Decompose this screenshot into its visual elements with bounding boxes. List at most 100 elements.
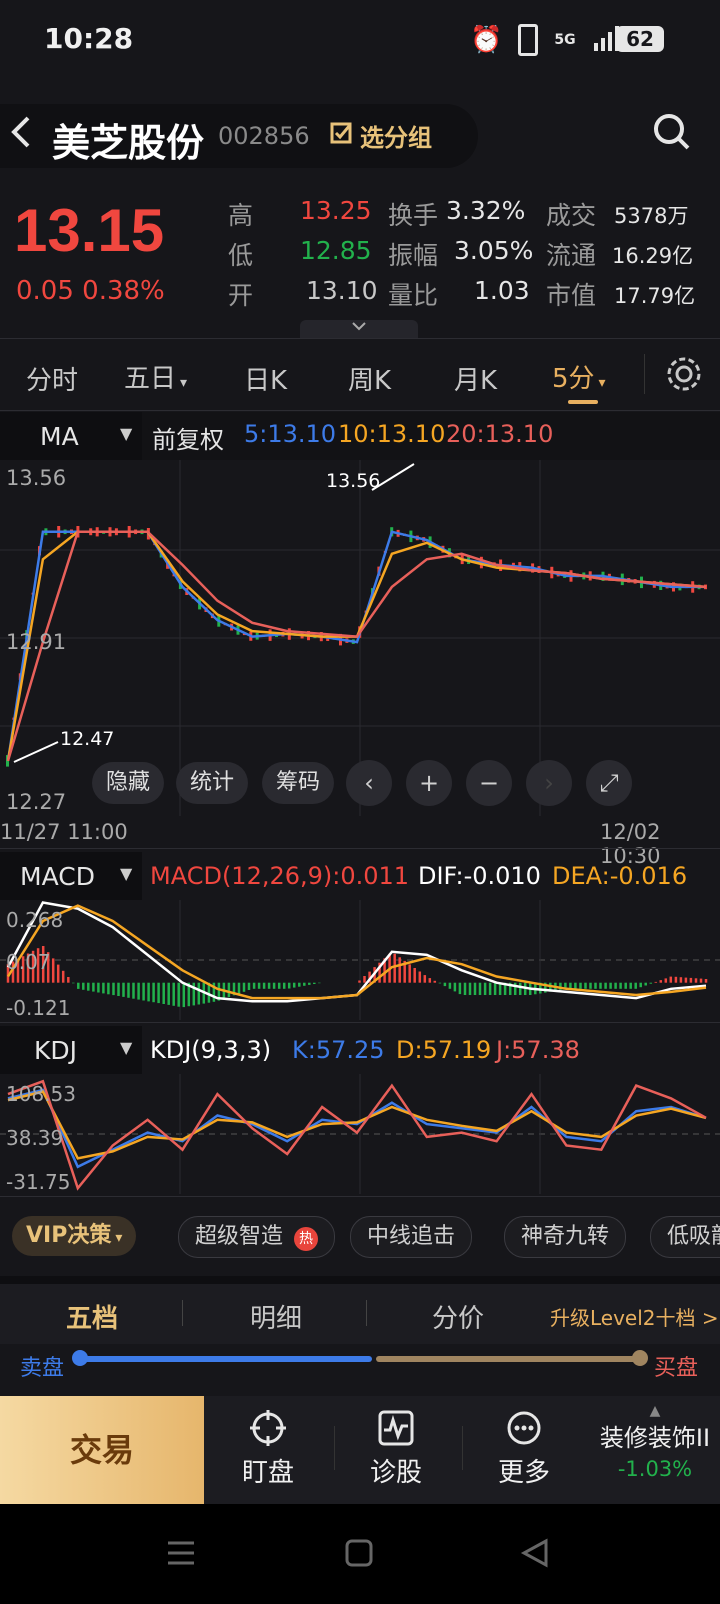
sector-name: 装修装饰II [599, 1424, 711, 1452]
active-tab-indicator [568, 400, 598, 404]
tab-weekly-k[interactable]: 周K [348, 360, 391, 397]
volume-ratio-value: 1.03 [474, 276, 530, 305]
vibrate-icon [518, 24, 539, 56]
zoom-out-button[interactable]: − [466, 760, 512, 806]
macd-divider [0, 1022, 720, 1023]
quote-open-row: 开 [228, 276, 253, 312]
chip-midline[interactable]: 中线追击 [350, 1216, 473, 1258]
sell-ratio-bar [78, 1356, 372, 1362]
quote-high-row: 高 [228, 196, 253, 232]
chip-magic-nine[interactable]: 神奇九转 [504, 1216, 627, 1258]
ma10-value: 10:13.10 [338, 420, 446, 448]
settings-gear-icon[interactable] [664, 354, 704, 398]
caret-down-icon: ▼ [120, 864, 133, 883]
chevron-right-icon: › [544, 769, 554, 797]
vip-decision-button[interactable]: VIP决策 ▾ [12, 1216, 137, 1256]
tab-intraday[interactable]: 分时 [26, 360, 78, 397]
back-icon[interactable] [6, 112, 36, 161]
change-percent: 0.38% [82, 276, 165, 306]
buy-dot [632, 1350, 648, 1366]
add-to-group-label: 选分组 [360, 124, 432, 152]
tab-five-day-label: 五日 [124, 364, 177, 394]
chip-low-buy[interactable]: 低吸龍 [650, 1216, 720, 1258]
vip-decision-label: VIP决策 [26, 1223, 112, 1248]
macd-dea: DEA:-0.016 [552, 862, 688, 890]
back-nav-icon[interactable] [520, 1538, 550, 1572]
status-icons: ⏰ 5G [470, 24, 622, 56]
chips-button[interactable]: 筹码 [262, 762, 335, 804]
search-icon[interactable] [652, 112, 692, 161]
price-change: 0.05 0.38% [16, 276, 165, 306]
tab-details[interactable]: 明细 [250, 1298, 302, 1335]
watch-button[interactable]: 盯盘 [218, 1404, 318, 1489]
ma-selector-label: MA [40, 422, 79, 451]
chevron-left-icon: ‹ [364, 769, 374, 797]
peak-price-label: 13.56 [326, 470, 381, 492]
more-dots-icon [506, 1410, 542, 1446]
amplitude-value: 3.05% [454, 236, 534, 265]
current-price: 13.15 [14, 197, 165, 264]
macd-chart [0, 900, 720, 1020]
macd-y-top: 0.268 [6, 908, 64, 932]
minus-icon: − [478, 769, 500, 797]
kdj-selector[interactable]: KDJ ▼ [0, 1026, 142, 1074]
j-line [7, 1079, 707, 1191]
hide-button[interactable]: 隐藏 [92, 762, 165, 804]
change-amount: 0.05 [16, 276, 74, 306]
system-nav-bar [0, 1504, 720, 1604]
amplitude-label: 振幅 [388, 241, 439, 270]
more-label: 更多 [497, 1458, 550, 1488]
ma-selector[interactable]: MA ▼ [0, 412, 142, 460]
alarm-icon: ⏰ [470, 25, 503, 55]
ma5-value: 5:13.10 [244, 420, 337, 448]
upgrade-level2-link[interactable]: 升级Level2十档 > [550, 1302, 719, 1331]
caret-down-icon: ▾ [115, 1230, 123, 1246]
scroll-left-button[interactable]: ‹ [346, 760, 392, 806]
kdj-y-bottom: -31.75 [6, 1170, 71, 1194]
status-bar: 10:28 ⏰ 5G 62 [0, 0, 720, 80]
chip-super-smart-label: 超级智造 [195, 1224, 284, 1249]
chip-super-smart[interactable]: 超级智造 热 [178, 1216, 336, 1258]
trade-button[interactable]: 交易 [0, 1396, 204, 1504]
macd-histogram [6, 946, 708, 1008]
tab-five-day[interactable]: 五日 ▾ [124, 358, 187, 395]
tab-price-dist[interactable]: 分价 [432, 1298, 484, 1335]
diagnose-label: 诊股 [369, 1458, 422, 1488]
tab-sep [366, 1300, 367, 1326]
turnover-value: 3.32% [446, 196, 526, 225]
high-value: 13.25 [300, 196, 372, 225]
macd-selector[interactable]: MACD ▼ [0, 852, 142, 900]
sector-button[interactable]: ▲ 装修装饰II -1.03% [590, 1404, 720, 1481]
kdj-params: KDJ(9,3,3) [150, 1036, 272, 1064]
chevron-down-icon [352, 322, 366, 331]
fullscreen-icon: ⤢ [599, 769, 619, 797]
zoom-in-button[interactable]: + [406, 760, 452, 806]
macd-dif: DIF:-0.010 [418, 862, 541, 890]
sell-label: 卖盘 [20, 1356, 65, 1381]
expand-quote-button[interactable] [300, 320, 418, 338]
caret-up-icon: ▲ [649, 1403, 661, 1419]
float-value: 16.29亿 [612, 244, 694, 268]
tab-sep [182, 1300, 183, 1326]
tab-5min[interactable]: 5分 ▾ [552, 358, 606, 395]
home-icon[interactable] [344, 1538, 374, 1572]
low-label: 低 [228, 241, 254, 270]
diagnose-button[interactable]: 诊股 [346, 1404, 446, 1489]
scroll-right-button[interactable]: › [526, 760, 572, 806]
quote-divider [0, 338, 720, 339]
tab-five-level[interactable]: 五档 [66, 1298, 118, 1335]
stats-button[interactable]: 统计 [176, 762, 249, 804]
section-gap [0, 1276, 720, 1284]
stock-name: 美芝股份 [52, 121, 205, 165]
tab-monthly-k[interactable]: 月K [454, 360, 497, 397]
x-axis-start: 11/27 11:00 [0, 820, 128, 844]
k-line [7, 1088, 707, 1169]
fullscreen-button[interactable]: ⤢ [586, 760, 632, 806]
add-to-group-button[interactable]: 选分组 [330, 118, 432, 153]
more-button[interactable]: 更多 [474, 1404, 574, 1489]
signal-icon: 5G [554, 32, 576, 48]
recent-apps-icon[interactable] [166, 1538, 196, 1572]
plus-icon: + [418, 769, 440, 797]
tab-daily-k[interactable]: 日K [244, 360, 287, 397]
adjust-mode[interactable]: 前复权 [152, 420, 224, 455]
